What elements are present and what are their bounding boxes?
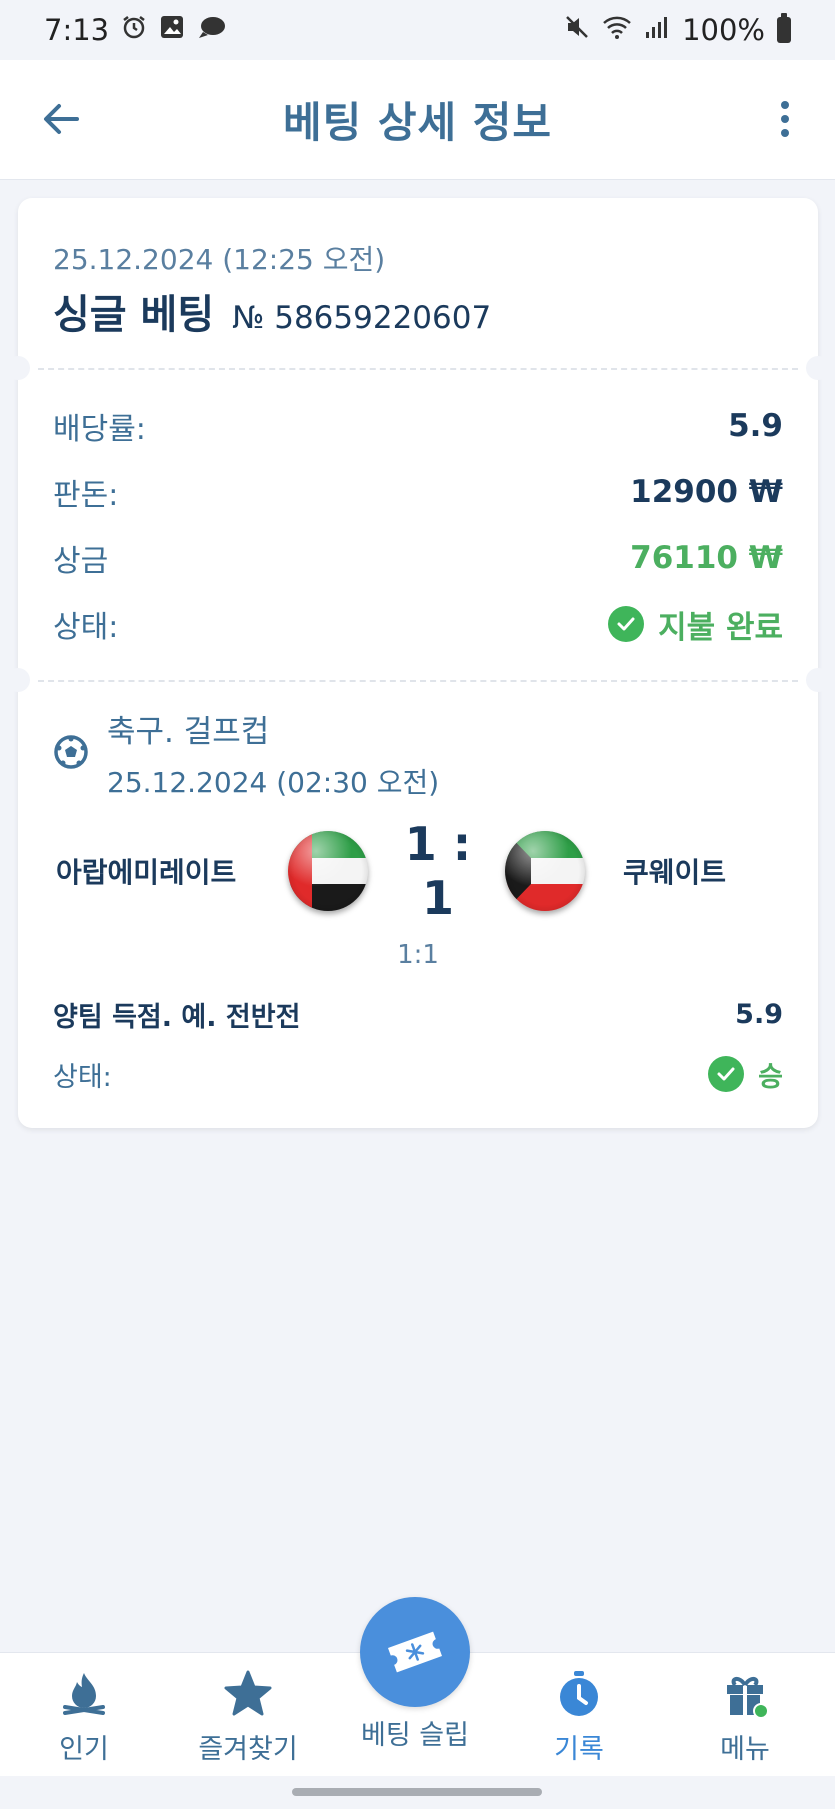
signal-icon: [644, 14, 670, 47]
arrow-left-icon: [44, 104, 79, 134]
nav-favorites[interactable]: 즐겨찾기: [173, 1669, 323, 1766]
event-status-value: 승: [758, 1061, 783, 1093]
soccer-ball-icon: [53, 734, 89, 770]
event-status: 승: [708, 1055, 783, 1094]
bet-slip-button[interactable]: [360, 1597, 470, 1707]
page-title: 베팅 상세 정보: [282, 98, 553, 147]
bet-type: 싱글 베팅: [53, 292, 215, 338]
nav-menu[interactable]: 메뉴: [670, 1669, 820, 1766]
bet-status-value: 지불 완료: [658, 609, 783, 646]
prize-value: 76110 ₩: [630, 540, 783, 576]
away-team-name: 쿠웨이트: [623, 856, 727, 889]
gift-icon: [670, 1669, 820, 1719]
bet-date: 25.12.2024 (12:25 오전): [53, 243, 386, 276]
prize-label: 상금: [53, 544, 109, 579]
alarm-icon: [121, 14, 147, 47]
league-name: 축구. 걸프컵: [107, 714, 270, 750]
status-bar: 7:13 100%: [0, 0, 835, 60]
stopwatch-icon: [504, 1669, 654, 1719]
nav-label: 메뉴: [720, 1734, 770, 1765]
bet-number: № 58659220607: [232, 300, 492, 336]
nav-history[interactable]: 기록: [504, 1669, 654, 1766]
stake-row: 판돈: 12900 ₩: [53, 470, 783, 514]
odds-value: 5.9: [728, 408, 783, 444]
battery-percent: 100%: [682, 13, 765, 47]
divider: [38, 368, 798, 370]
nav-betslip-label-wrap[interactable]: 베팅 슬립: [340, 1713, 490, 1752]
gallery-icon: [159, 14, 185, 47]
match-score: 1 : 1: [404, 817, 472, 925]
app-header: 베팅 상세 정보: [0, 60, 835, 180]
mute-icon: [564, 14, 590, 47]
nav-label: 기록: [554, 1734, 604, 1765]
market-odds: 5.9: [735, 998, 783, 1030]
nav-label: 인기: [59, 1734, 109, 1765]
nav-label: 즐겨찾기: [198, 1734, 298, 1765]
odds-row: 배당률: 5.9: [53, 404, 783, 448]
more-vertical-icon: [781, 101, 789, 137]
league-row: 축구. 걸프컵 25.12.2024 (02:30 오전): [53, 706, 439, 801]
fire-icon: [9, 1669, 159, 1719]
ticket-notch: [6, 356, 30, 380]
ticket-notch: [806, 668, 830, 692]
market-name: 양팀 득점. 예. 전반전: [53, 1001, 301, 1033]
nav-popular[interactable]: 인기: [9, 1669, 159, 1766]
event-status-row: 상태: 승: [53, 1052, 783, 1096]
home-team-name: 아랍에미레이트: [56, 856, 237, 889]
stake-label: 판돈:: [53, 478, 119, 513]
more-options-button[interactable]: [765, 94, 805, 144]
ticket-icon: [388, 1631, 442, 1673]
bet-status-row: 상태: 지불 완료: [53, 602, 783, 646]
ticket-notch: [6, 668, 30, 692]
match-date: 25.12.2024 (02:30 오전): [107, 766, 440, 799]
status-time: 7:13: [44, 13, 110, 47]
check-circle-icon: [608, 606, 645, 642]
battery-icon: [777, 13, 791, 43]
ticket-notch: [806, 356, 830, 380]
bet-detail-card: 25.12.2024 (12:25 오전) 싱글 베팅 № 5865922060…: [6, 198, 830, 1128]
teams-row: 아랍에미레이트 1 : 1 쿠웨이트: [38, 817, 798, 925]
bet-status: 지불 완료: [608, 602, 783, 647]
divider: [38, 680, 798, 682]
star-icon: [173, 1669, 323, 1719]
odds-label: 배당률:: [53, 412, 146, 447]
market-row: 양팀 득점. 예. 전반전 5.9: [53, 992, 783, 1036]
back-button[interactable]: [36, 94, 86, 144]
prize-row: 상금 76110 ₩: [53, 536, 783, 580]
kuwait-flag-icon: [505, 831, 585, 911]
bet-title-row: 싱글 베팅 № 58659220607: [53, 282, 491, 340]
uae-flag-icon: [288, 831, 368, 911]
home-indicator[interactable]: [292, 1788, 542, 1796]
bet-status-label: 상태:: [53, 610, 119, 645]
check-circle-icon: [708, 1056, 745, 1092]
event-status-label: 상태:: [53, 1061, 112, 1093]
nav-label: 베팅 슬립: [361, 1720, 469, 1751]
chat-icon: [197, 14, 227, 47]
wifi-icon: [602, 14, 632, 47]
stake-value: 12900 ₩: [630, 474, 783, 510]
half-time-score: 1:1: [397, 940, 439, 970]
